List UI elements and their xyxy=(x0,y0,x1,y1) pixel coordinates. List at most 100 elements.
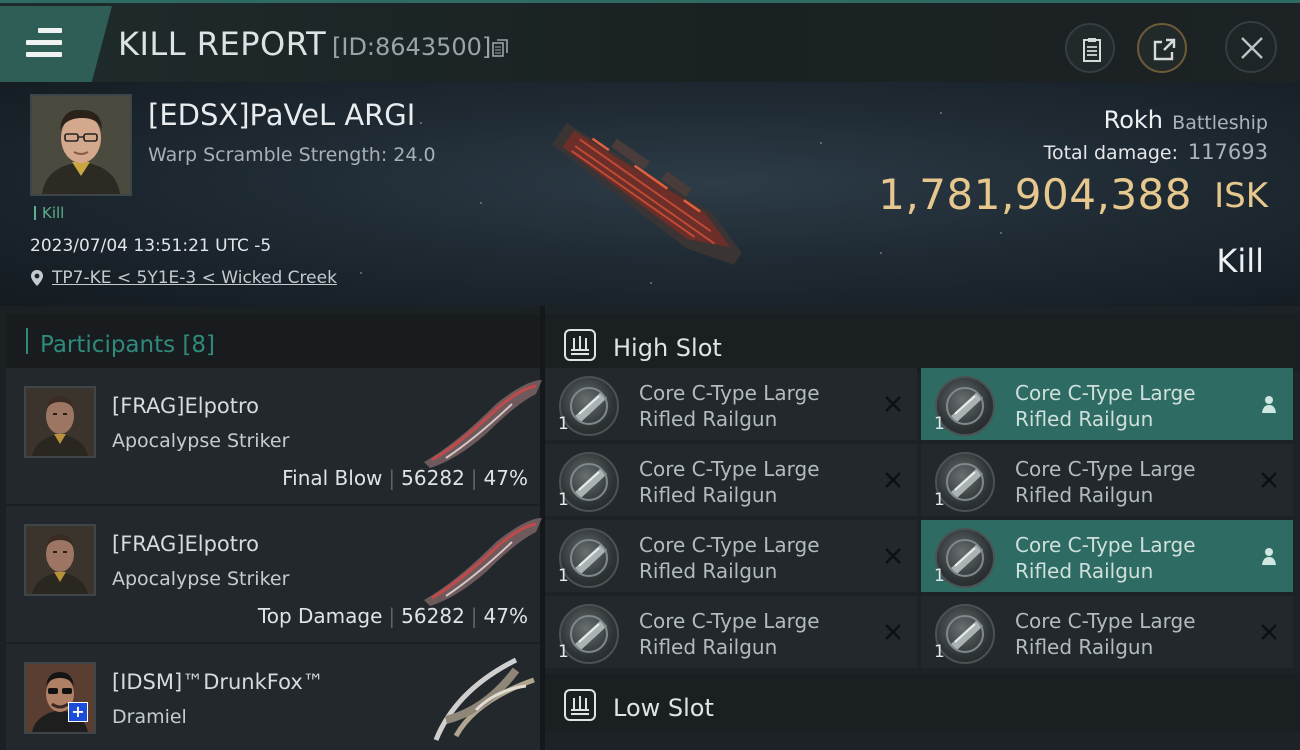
location-link[interactable]: TP7-KE < 5Y1E-3 < Wicked Creek xyxy=(52,268,337,288)
module-quantity: 1 xyxy=(558,566,569,586)
victim-ship-image xyxy=(551,123,742,265)
module-name-line1: Core C-Type Large xyxy=(639,457,820,481)
high-slot-icon xyxy=(564,329,596,361)
dropped-person-icon xyxy=(1259,394,1279,414)
module-name: Core C-Type Large Rifled Railgun xyxy=(639,380,879,432)
victim-avatar[interactable] xyxy=(30,94,132,196)
victim-banner: [EDSX]PaVeL ARGI Warp Scramble Strength:… xyxy=(0,82,1300,306)
module-quantity: 1 xyxy=(934,414,945,434)
avatar xyxy=(24,524,96,596)
share-button[interactable] xyxy=(1137,23,1187,73)
close-icon xyxy=(1241,37,1263,59)
module-item[interactable]: 1 Core C-Type Large Rifled Railgun xyxy=(545,520,917,592)
module-name: Core C-Type Large Rifled Railgun xyxy=(1015,608,1255,660)
module-item[interactable]: 1 Core C-Type Large Rifled Railgun xyxy=(921,596,1293,668)
module-item[interactable]: 1 Core C-Type Large Rifled Railgun xyxy=(545,444,917,516)
participant-row[interactable]: [FRAG]Elpotro Apocalypse Striker Final B… xyxy=(6,368,542,504)
kill-tag: Kill xyxy=(34,206,64,221)
module-name-line1: Core C-Type Large xyxy=(639,533,820,557)
isk-unit: ISK xyxy=(1214,176,1268,216)
victim-ship-class: Battleship xyxy=(1172,112,1268,134)
clipboard-icon xyxy=(1083,38,1101,62)
participant-damage: 56282 xyxy=(401,466,465,490)
module-name-line2: Rifled Railgun xyxy=(639,483,778,507)
module-name: Core C-Type Large Rifled Railgun xyxy=(639,532,879,584)
module-item[interactable]: 1 Core C-Type Large Rifled Railgun xyxy=(921,368,1293,440)
location-pin-icon xyxy=(31,270,43,286)
participant-damage: 56282 xyxy=(401,604,465,628)
warp-scramble-strength: Warp Scramble Strength: 24.0 xyxy=(148,144,436,166)
copy-icon[interactable] xyxy=(492,39,508,58)
module-name-line1: Core C-Type Large xyxy=(1015,381,1196,405)
module-name-line2: Rifled Railgun xyxy=(1015,407,1154,431)
module-name-line2: Rifled Railgun xyxy=(1015,483,1154,507)
participant-name: [FRAG]Elpotro xyxy=(112,394,260,418)
kill-datetime: 2023/07/04 13:51:21 UTC -5 xyxy=(30,236,272,256)
module-name: Core C-Type Large Rifled Railgun xyxy=(639,608,879,660)
module-item[interactable]: 1 Core C-Type Large Rifled Railgun xyxy=(545,368,917,440)
participant-percent: 47% xyxy=(483,466,528,490)
module-quantity: 1 xyxy=(558,414,569,434)
participant-name: [IDSM]™DrunkFox™ xyxy=(112,670,324,694)
participant-row[interactable]: [FRAG]Elpotro Apocalypse Striker Top Dam… xyxy=(6,506,542,642)
module-quantity: 1 xyxy=(934,490,945,510)
participant-ship: Apocalypse Striker xyxy=(112,430,290,452)
destroyed-x-icon xyxy=(883,622,903,642)
module-name-line1: Core C-Type Large xyxy=(1015,609,1196,633)
module-name: Core C-Type Large Rifled Railgun xyxy=(1015,456,1255,508)
module-name-line2: Rifled Railgun xyxy=(639,559,778,583)
module-item[interactable]: 1 Core C-Type Large Rifled Railgun xyxy=(921,520,1293,592)
module-quantity: 1 xyxy=(934,566,945,586)
participant-stats: Final Blow | 56282 | 47% xyxy=(282,466,528,490)
participant-percent: 47% xyxy=(483,604,528,628)
menu-icon xyxy=(26,28,62,58)
destroyed-x-icon xyxy=(883,394,903,414)
share-icon xyxy=(1153,38,1176,61)
menu-button[interactable] xyxy=(0,6,112,82)
module-name: Core C-Type Large Rifled Railgun xyxy=(1015,380,1255,432)
isk-value: 1,781,904,388 xyxy=(878,170,1192,219)
victim-ship-name: Rokh xyxy=(1103,106,1163,134)
participants-panel: Participants [8] [FRAG]Elpotro Apocalyps… xyxy=(0,306,542,750)
close-button[interactable] xyxy=(1225,21,1277,73)
module-name-line1: Core C-Type Large xyxy=(639,609,820,633)
participant-role: Top Damage xyxy=(257,604,383,628)
module-quantity: 1 xyxy=(558,490,569,510)
module-name-line1: Core C-Type Large xyxy=(1015,533,1196,557)
avatar xyxy=(24,662,96,734)
participant-ship-image xyxy=(433,657,535,741)
participant-ship: Apocalypse Striker xyxy=(112,568,290,590)
participant-stats: Top Damage | 56282 | 47% xyxy=(257,604,528,628)
victim-name[interactable]: [EDSX]PaVeL ARGI xyxy=(148,98,415,132)
page-title: KILL REPORT xyxy=(118,25,327,63)
participant-row[interactable]: + [IDSM]™DrunkFox™ Dramiel xyxy=(6,644,540,750)
destroyed-x-icon xyxy=(883,546,903,566)
participant-ship-image xyxy=(424,518,542,606)
dropped-person-icon xyxy=(1259,546,1279,566)
high-slot-header: High Slot xyxy=(545,314,1300,372)
report-id: [ID:8643500] xyxy=(332,33,492,61)
module-name-line2: Rifled Railgun xyxy=(639,635,778,659)
plus-badge: + xyxy=(68,702,88,722)
module-quantity: 1 xyxy=(558,642,569,662)
low-slot-icon xyxy=(564,689,596,721)
participant-role: Final Blow xyxy=(282,466,383,490)
destroyed-x-icon xyxy=(1259,622,1279,642)
total-damage-label: Total damage: xyxy=(1043,142,1178,164)
module-quantity: 1 xyxy=(934,642,945,662)
destroyed-x-icon xyxy=(1259,470,1279,490)
module-name: Core C-Type Large Rifled Railgun xyxy=(639,456,879,508)
clipboard-button[interactable] xyxy=(1065,23,1115,73)
participant-ship-image xyxy=(424,380,542,468)
module-name-line1: Core C-Type Large xyxy=(639,381,820,405)
module-item[interactable]: 1 Core C-Type Large Rifled Railgun xyxy=(921,444,1293,516)
module-name-line2: Rifled Railgun xyxy=(639,407,778,431)
module-name-line2: Rifled Railgun xyxy=(1015,635,1154,659)
participants-header: Participants [8] xyxy=(6,314,540,370)
fitting-panel: High Slot 1 Core C-Type Large Rifled Railg… xyxy=(545,306,1300,750)
module-item[interactable]: 1 Core C-Type Large Rifled Railgun xyxy=(545,596,917,668)
destroyed-x-icon xyxy=(883,470,903,490)
participant-name: [FRAG]Elpotro xyxy=(112,532,260,556)
avatar xyxy=(24,386,96,458)
module-name: Core C-Type Large Rifled Railgun xyxy=(1015,532,1255,584)
